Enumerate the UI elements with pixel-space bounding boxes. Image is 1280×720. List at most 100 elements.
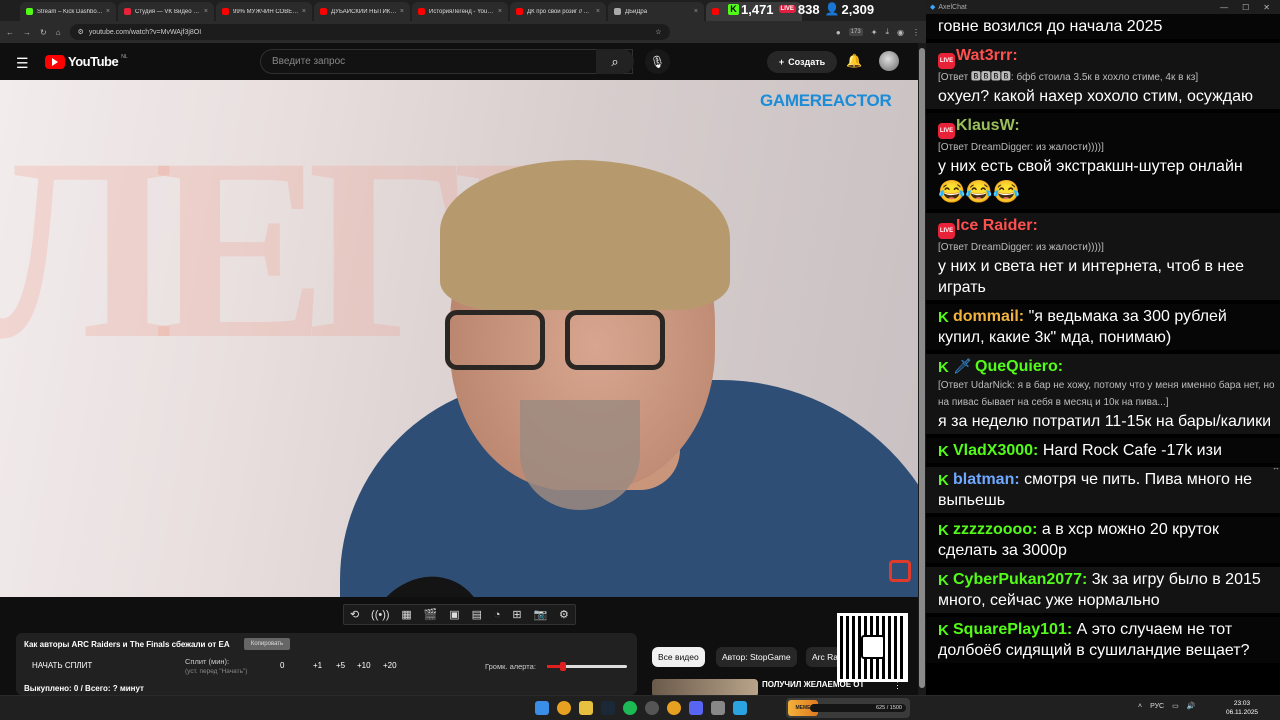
folder-icon[interactable] (579, 701, 593, 715)
start-split-button[interactable]: НАЧАТЬ СПЛИТ (32, 661, 92, 670)
page-scrollbar[interactable] (918, 43, 926, 695)
copy-button[interactable]: Копировать (244, 638, 290, 650)
tab-close-icon[interactable]: × (596, 8, 600, 15)
browser-tab[interactable]: 99% МУЖЧИН СОВЕРШ...× (216, 2, 312, 21)
alert-volume-slider[interactable] (547, 662, 627, 671)
chat-reply-quote: [Ответ 🅱🅱🅱🅱: бфб стоила 3.5к в хохло сти… (938, 72, 1199, 83)
chevron-up-icon[interactable]: ˄ (1138, 703, 1142, 710)
gear-icon[interactable]: ⚙ (559, 608, 569, 621)
kick-viewers: K 1,471 (728, 2, 774, 17)
split-value[interactable]: 0 (280, 661, 284, 670)
resize-handle-icon[interactable]: ↔ (1272, 463, 1280, 472)
chat-nickname[interactable]: dommail: (953, 308, 1024, 325)
camera-icon[interactable]: 📷 (533, 608, 547, 621)
telegram-icon[interactable] (733, 701, 747, 715)
notifications-bell-icon[interactable]: 🔔 (846, 53, 862, 69)
reload-icon[interactable]: ↻ (40, 28, 47, 37)
chat-nickname[interactable]: blatman: (953, 471, 1020, 488)
chat-nickname[interactable]: KlausW: (956, 117, 1020, 134)
tab-close-icon[interactable]: × (694, 8, 698, 15)
hamburger-icon[interactable]: ☰ (16, 55, 29, 72)
tab-title: ДУБАЙСКИЙ НЫТИК - ... (331, 8, 397, 15)
chat-message: LIVE Wat3rrr: [Ответ 🅱🅱🅱🅱: бфб стоила 3.5к… (926, 43, 1280, 109)
cinema-icon[interactable]: ▤ (472, 608, 482, 621)
home-icon[interactable]: ⌂ (56, 28, 61, 37)
search-input[interactable]: Введите запрос (260, 49, 633, 74)
chat-nickname[interactable]: VladX3000: (953, 442, 1038, 459)
audio-icon[interactable]: ((•)) (371, 609, 390, 621)
maximize-icon[interactable]: ☐ (1242, 3, 1249, 12)
clock[interactable]: 23:03 06.11.2025 (1226, 699, 1258, 717)
chip-author[interactable]: Автор: StopGame (716, 647, 797, 667)
screenshot-add-icon[interactable]: ⊞ (512, 608, 521, 621)
chip-all-videos[interactable]: Все видео (652, 647, 705, 667)
meme-party-progress: 625 / 1500 (810, 704, 906, 712)
browser-tab[interactable]: ДК про свой розиг // ... × (510, 2, 606, 21)
extension-badge[interactable]: 173 (848, 28, 863, 36)
loop-icon[interactable]: ⟲ (350, 608, 359, 621)
chat-nickname[interactable]: zzzzzoooo: (953, 521, 1037, 538)
slider-knob[interactable] (560, 662, 566, 671)
discord-icon[interactable] (689, 701, 703, 715)
video-player[interactable]: ЛЕГЕ (0, 80, 918, 597)
chat-nickname[interactable]: Ice Raider: (956, 217, 1038, 234)
browser-icon[interactable] (667, 701, 681, 715)
profile-icon[interactable]: ◉ (897, 28, 904, 37)
voice-search-button[interactable]: 🎙 (645, 49, 670, 74)
forward-icon[interactable]: → (23, 28, 31, 37)
chrome-icon[interactable] (557, 701, 571, 715)
youtube-logo[interactable]: YouTube NL (45, 54, 128, 69)
increment-10-button[interactable]: +10 (357, 661, 371, 670)
chat-nickname[interactable]: QueQuiero: (975, 358, 1063, 375)
language-indicator[interactable]: РУС (1150, 703, 1164, 710)
increment-20-button[interactable]: +20 (383, 661, 397, 670)
back-icon[interactable]: ← (6, 28, 14, 37)
clapperboard-icon[interactable]: 🎬 (424, 608, 438, 621)
tab-close-icon[interactable]: × (204, 8, 208, 15)
chat-titlebar: ◆ AxelChat — ☐ ✕ (926, 0, 1280, 14)
close-icon[interactable]: ✕ (1263, 3, 1270, 12)
spotify-icon[interactable] (623, 701, 637, 715)
address-bar[interactable]: ⚙ youtube.com/watch?v=MvWAjf3j8OI ☆ (69, 24, 670, 40)
tab-close-icon[interactable]: × (498, 8, 502, 15)
chat-nickname[interactable]: Wat3rrr: (956, 47, 1018, 64)
create-button[interactable]: + Создать (767, 51, 837, 73)
kick-icon: K (938, 309, 949, 326)
chat-nickname[interactable]: SquarePlay101: (953, 621, 1072, 638)
download-icon[interactable]: ⤓ (885, 27, 889, 37)
browser-tab[interactable]: ИсторияЛегенд - YouTube × (412, 2, 508, 21)
search-button[interactable]: ⌕ (596, 49, 634, 74)
bookmark-icon[interactable]: ☆ (655, 28, 661, 36)
minimize-icon[interactable]: — (1220, 3, 1228, 12)
obs-icon[interactable] (645, 701, 659, 715)
browser-tab[interactable]: ДУБАЙСКИЙ НЫТИК - ... × (314, 2, 410, 21)
start-icon[interactable] (535, 701, 549, 715)
chat-nickname[interactable]: CyberPukan2077: (953, 571, 1087, 588)
browser-tab[interactable]: ДБиДра × (608, 2, 704, 21)
chat-messages[interactable]: говне возился до начала 2025 LIVE Wat3rrr:… (926, 14, 1280, 695)
video-settings-icon[interactable]: ▦ (401, 608, 411, 621)
site-info-icon[interactable]: ⚙ (78, 28, 84, 36)
puzzle-icon[interactable]: ✦ (871, 28, 878, 37)
increment-1-button[interactable]: +1 (313, 661, 322, 670)
volume-icon[interactable]: 🔊 (1187, 702, 1196, 710)
increment-5-button[interactable]: +5 (336, 661, 345, 670)
menu-icon[interactable]: ⋮ (912, 28, 920, 37)
tab-close-icon[interactable]: × (302, 8, 306, 15)
extension-icon[interactable]: ● (836, 28, 841, 37)
app-icon-extra[interactable] (711, 701, 725, 715)
network-icon[interactable]: ▭ (1172, 702, 1179, 710)
scrollbar-thumb[interactable] (919, 48, 925, 688)
chat-message-line: K VladX3000: Hard Rock Cafe -17k изи (938, 440, 1276, 461)
meme-party-widget[interactable]: MEME PARTY 625 / 1500 (786, 698, 910, 718)
tab-close-icon[interactable]: × (400, 8, 404, 15)
more-options-icon[interactable]: ⋮ (893, 680, 902, 691)
steam-icon[interactable] (601, 701, 615, 715)
avatar[interactable] (879, 51, 899, 71)
browser-tab[interactable]: Stream – Kick Dashboard × (20, 2, 116, 21)
tab-close-icon[interactable]: × (106, 8, 110, 15)
picture-icon[interactable]: ▣ (449, 608, 459, 621)
browser-tab[interactable]: Студия — VK Видео Live × (118, 2, 214, 21)
speed-icon[interactable]: ◔ (494, 609, 501, 621)
recommended-title[interactable]: ПОЛУЧИЛ ЖЕЛАЕМОЕ ОТ (762, 680, 864, 689)
